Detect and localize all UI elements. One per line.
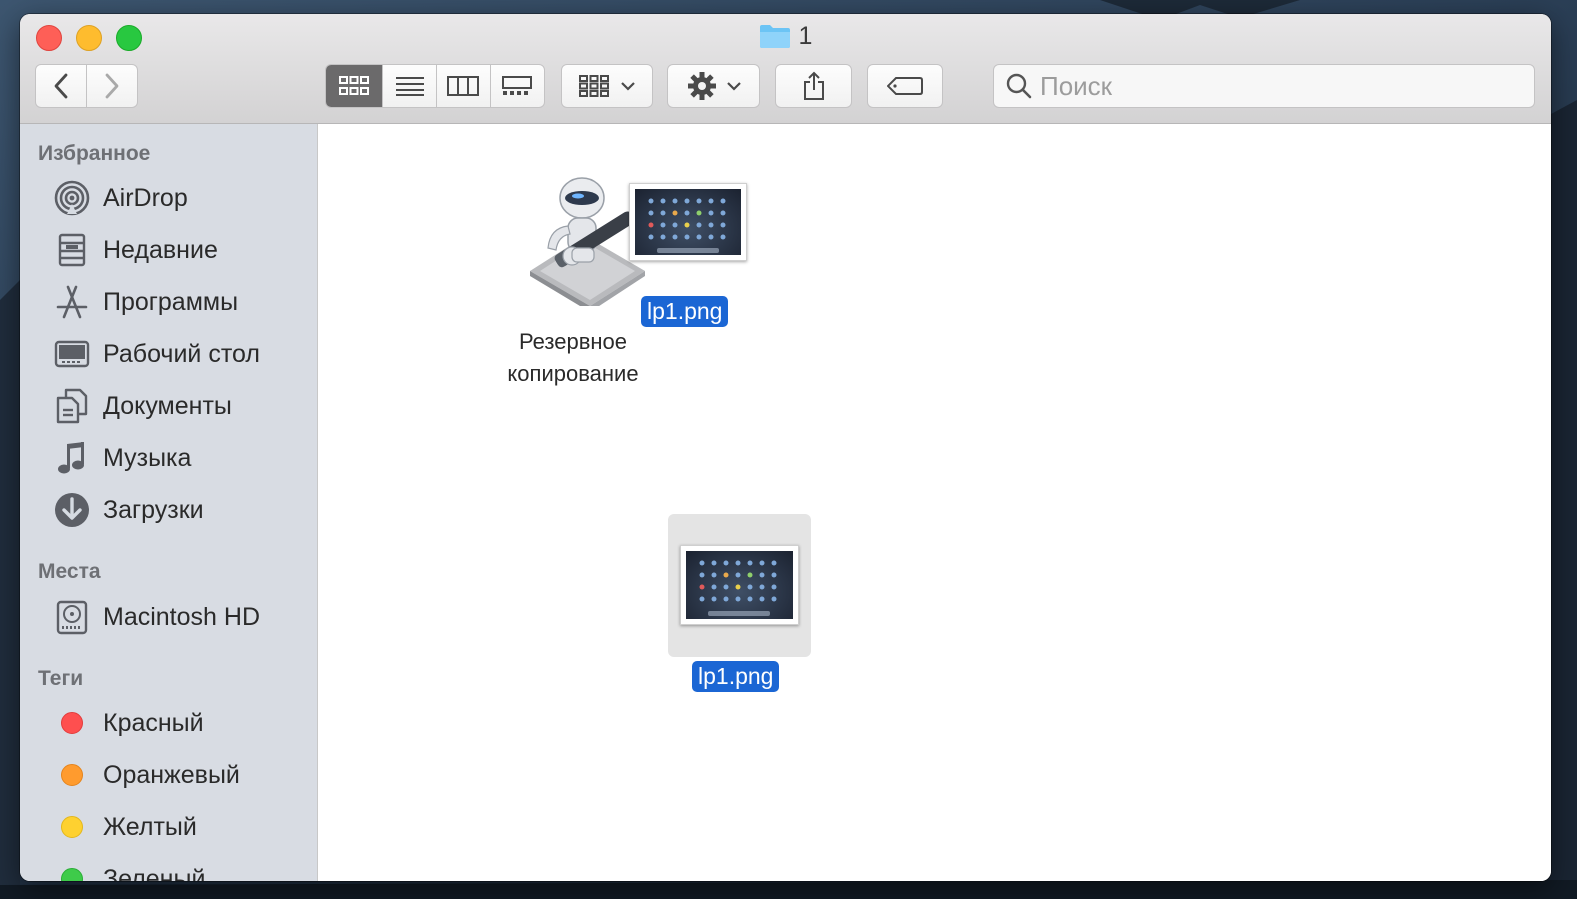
green-tag-dot <box>61 868 83 881</box>
launchpad-preview <box>699 560 777 616</box>
sidebar-item-label: Недавние <box>103 235 218 264</box>
image-thumbnail <box>629 183 747 261</box>
sidebar-item-label: Программы <box>103 287 239 316</box>
sidebar-item-label: Желтый <box>103 812 197 841</box>
sidebar-item-label: Macintosh HD <box>103 602 260 631</box>
desktop-icon <box>54 336 90 372</box>
sidebar-item-label: Рабочий стол <box>103 339 260 368</box>
tags-section-title: Теги <box>38 667 84 690</box>
view-mode-control <box>325 64 545 108</box>
sidebar-item-label: Красный <box>103 708 204 737</box>
window-title: 1 <box>20 22 1551 56</box>
back-button[interactable] <box>36 65 87 107</box>
chevron-left-icon <box>54 73 68 99</box>
sidebar-item-label: Музыка <box>103 443 192 472</box>
chevron-right-icon <box>105 73 119 99</box>
sidebar-item-music[interactable]: Музыка <box>54 436 304 480</box>
sidebar-item-documents[interactable]: Документы <box>54 384 304 428</box>
recents-icon <box>54 232 90 268</box>
sidebar-item-macintosh-hd[interactable]: Macintosh HD <box>54 595 304 639</box>
list-icon <box>395 77 424 96</box>
sidebar-item-downloads[interactable]: Загрузки <box>54 488 304 532</box>
dragged-file-name[interactable]: lp1.png <box>641 296 729 327</box>
places-section-title: Места <box>38 560 101 583</box>
sidebar-item-applications[interactable]: Программы <box>54 280 304 324</box>
search-input[interactable] <box>1038 69 1512 103</box>
chevron-down-icon <box>726 82 741 91</box>
nav-buttons <box>35 64 138 108</box>
gear-icon <box>687 72 716 100</box>
launchpad-preview <box>648 198 726 253</box>
icon-view-button[interactable] <box>326 65 384 107</box>
forward-button[interactable] <box>87 65 138 107</box>
action-menu-button[interactable] <box>667 64 760 108</box>
finder-window: 1 Поиск Избранное AirDrop Недавние Прогр… <box>20 14 1551 881</box>
chevron-down-icon <box>621 82 635 91</box>
sidebar-item-recents[interactable]: Недавние <box>54 228 304 272</box>
sidebar-item-desktop[interactable]: Рабочий стол <box>54 332 304 376</box>
tags-button[interactable] <box>867 64 943 108</box>
columns-icon <box>447 76 480 96</box>
sidebar-item-airdrop[interactable]: AirDrop <box>54 176 304 220</box>
favorites-section-title: Избранное <box>38 142 151 165</box>
documents-icon <box>54 388 90 424</box>
harddisk-icon <box>54 599 90 635</box>
sidebar: Избранное AirDrop Недавние Программы Раб… <box>20 124 318 881</box>
sidebar-tag-orange[interactable]: Оранжевый <box>54 753 304 797</box>
app-label-line2: копирование <box>507 361 639 386</box>
folder-icon <box>759 23 791 56</box>
window-title-text: 1 <box>798 22 813 50</box>
gallery-view-button[interactable] <box>491 65 545 107</box>
red-tag-dot <box>61 712 83 734</box>
share-icon <box>803 71 824 100</box>
search-icon <box>1006 73 1032 99</box>
sidebar-item-label: Загрузки <box>103 495 204 524</box>
selected-file-item[interactable]: lp1.png <box>668 514 811 706</box>
sidebar-tag-green[interactable]: Зеленый <box>54 857 304 881</box>
orange-tag-dot <box>61 764 83 786</box>
tag-icon <box>887 77 923 95</box>
image-thumbnail <box>680 545 799 625</box>
automator-app-item[interactable]: Резервное копирование <box>507 176 648 396</box>
group-grid-icon <box>579 75 609 97</box>
music-icon <box>54 440 90 476</box>
selected-file-name[interactable]: lp1.png <box>692 661 780 692</box>
sidebar-tag-yellow[interactable]: Желтый <box>54 805 304 849</box>
group-by-button[interactable] <box>561 64 653 108</box>
list-view-button[interactable] <box>383 65 437 107</box>
file-browser-area[interactable]: Резервное копирование lp1.png lp1.png <box>318 124 1551 881</box>
sidebar-item-label: Документы <box>103 391 232 420</box>
search-field[interactable] <box>993 64 1535 108</box>
yellow-tag-dot <box>61 816 83 838</box>
sidebar-tag-red[interactable]: Красный <box>54 701 304 745</box>
sidebar-item-label: AirDrop <box>103 183 188 212</box>
gallery-icon <box>502 76 533 95</box>
sidebar-item-label: Зеленый <box>103 864 206 882</box>
airdrop-icon <box>54 180 90 216</box>
dragged-file-item[interactable]: lp1.png <box>628 182 756 338</box>
applications-icon <box>54 284 90 320</box>
sidebar-item-label: Оранжевый <box>103 760 240 789</box>
titlebar: 1 <box>20 14 1551 124</box>
share-button[interactable] <box>775 64 852 108</box>
icon-grid-icon <box>339 76 370 95</box>
column-view-button[interactable] <box>437 65 491 107</box>
downloads-icon <box>54 492 90 528</box>
